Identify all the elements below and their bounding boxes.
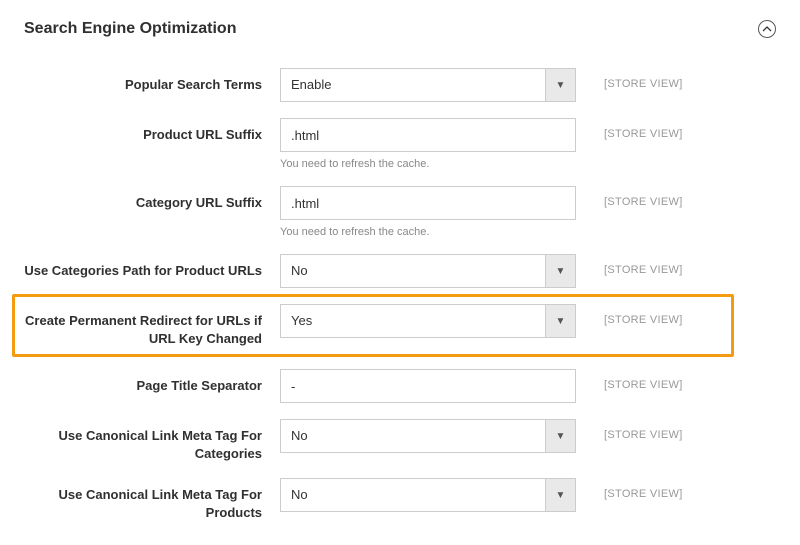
section-header[interactable]: Search Engine Optimization [20, 14, 780, 68]
canonical-categories-select[interactable]: No ▼ [280, 419, 576, 453]
scope-label: [STORE VIEW] [576, 304, 780, 326]
chevron-down-icon: ▼ [545, 255, 575, 287]
select-value: No [281, 255, 545, 287]
field-label: Page Title Separator [20, 369, 280, 395]
field-page-title-separator: Page Title Separator [STORE VIEW] [20, 369, 780, 403]
scope-label: [STORE VIEW] [576, 478, 780, 500]
chevron-down-icon: ▼ [545, 305, 575, 337]
field-use-categories-path: Use Categories Path for Product URLs No … [20, 254, 780, 288]
field-label: Use Canonical Link Meta Tag For Products [20, 478, 280, 521]
chevron-down-icon: ▼ [545, 420, 575, 452]
scope-label: [STORE VIEW] [576, 68, 780, 90]
scope-label: [STORE VIEW] [576, 186, 780, 208]
page-title-separator-input[interactable] [280, 369, 576, 403]
field-category-url-suffix: Category URL Suffix You need to refresh … [20, 186, 780, 238]
field-popular-search-terms: Popular Search Terms Enable ▼ [STORE VIE… [20, 68, 780, 102]
chevron-down-icon: ▼ [545, 479, 575, 511]
permanent-redirect-select[interactable]: Yes ▼ [280, 304, 576, 338]
field-label: Category URL Suffix [20, 186, 280, 212]
canonical-products-select[interactable]: No ▼ [280, 478, 576, 512]
field-label: Create Permanent Redirect for URLs if UR… [20, 304, 280, 347]
field-product-url-suffix: Product URL Suffix You need to refresh t… [20, 118, 780, 170]
field-label: Use Canonical Link Meta Tag For Categori… [20, 419, 280, 462]
collapse-icon[interactable] [758, 20, 776, 38]
use-categories-path-select[interactable]: No ▼ [280, 254, 576, 288]
popular-search-terms-select[interactable]: Enable ▼ [280, 68, 576, 102]
select-value: Enable [281, 69, 545, 101]
field-label: Use Categories Path for Product URLs [20, 254, 280, 280]
field-hint: You need to refresh the cache. [280, 226, 576, 238]
field-label: Popular Search Terms [20, 68, 280, 94]
scope-label: [STORE VIEW] [576, 419, 780, 441]
seo-config-section: Search Engine Optimization Popular Searc… [0, 0, 800, 545]
field-hint: You need to refresh the cache. [280, 158, 576, 170]
scope-label: [STORE VIEW] [576, 369, 780, 391]
select-value: Yes [281, 305, 545, 337]
field-canonical-products: Use Canonical Link Meta Tag For Products… [20, 478, 780, 521]
chevron-down-icon: ▼ [545, 69, 575, 101]
field-label: Product URL Suffix [20, 118, 280, 144]
field-canonical-categories: Use Canonical Link Meta Tag For Categori… [20, 419, 780, 462]
scope-label: [STORE VIEW] [576, 118, 780, 140]
section-title: Search Engine Optimization [24, 20, 236, 38]
category-url-suffix-input[interactable] [280, 186, 576, 220]
scope-label: [STORE VIEW] [576, 254, 780, 276]
select-value: No [281, 420, 545, 452]
select-value: No [281, 479, 545, 511]
product-url-suffix-input[interactable] [280, 118, 576, 152]
field-permanent-redirect: Create Permanent Redirect for URLs if UR… [20, 304, 780, 347]
